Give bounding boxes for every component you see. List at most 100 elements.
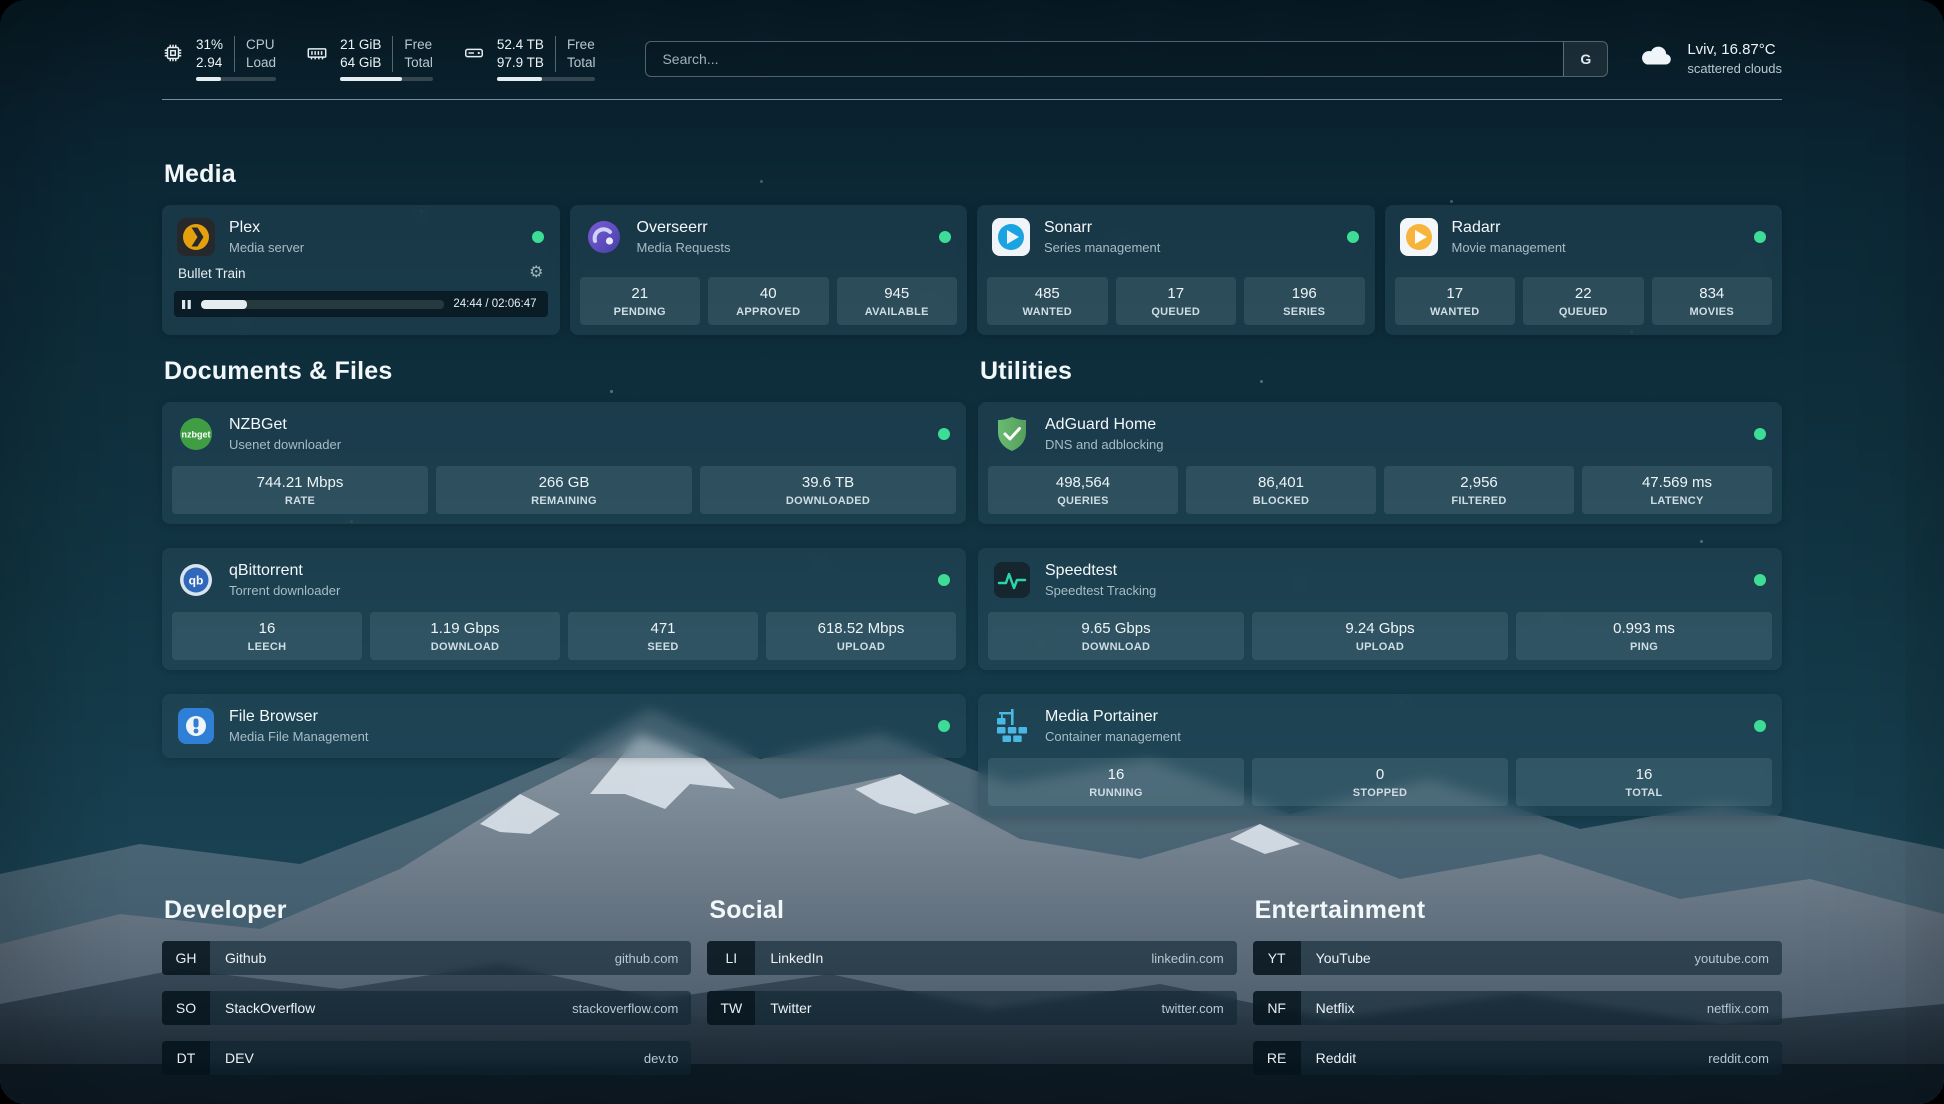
bookmark-abbr: LI [707,941,755,975]
playback-progress[interactable] [201,300,444,309]
bookmark-abbr: YT [1253,941,1301,975]
memory-stats: 21 GiB Free 64 GiB Total [340,36,433,81]
stat-value: 1.19 Gbps [374,620,556,637]
disk-widget: 52.4 TB Free 97.9 TB Total [463,36,596,81]
service-subtitle: Speedtest Tracking [1045,583,1156,598]
status-dot [1754,231,1766,243]
stat-label: UPLOAD [1256,641,1504,653]
stat-block: 744.21 MbpsRATE [172,466,428,514]
service-card-filebrowser[interactable]: File Browser Media File Management [162,694,966,758]
stat-block: 22QUEUED [1523,277,1644,325]
disk-free-value: 52.4 TB [497,36,555,54]
service-card-portainer[interactable]: Media Portainer Container management 16R… [978,694,1782,816]
stat-block: 0STOPPED [1252,758,1508,806]
portainer-icon [992,706,1032,746]
bookmark-name: Netflix [1316,1000,1707,1016]
section-heading-documents: Documents & Files [164,357,966,386]
stat-label: LEECH [176,641,358,653]
bookmark-row-twitter[interactable]: TW Twitter twitter.com [707,991,1236,1025]
bookmark-abbr: RE [1253,1041,1301,1075]
service-subtitle: Usenet downloader [229,437,341,452]
card-head: Plex Media server [162,205,560,269]
stats-row: 16RUNNING 0STOPPED 16TOTAL [978,758,1782,816]
status-dot [1347,231,1359,243]
stat-block: 17QUEUED [1116,277,1237,325]
bookmark-name: Github [225,950,615,966]
stat-block: 47.569 msLATENCY [1582,466,1772,514]
service-card-nzbget[interactable]: nzbget NZBGet Usenet downloader 744.21 M… [162,402,966,524]
stat-label: SEED [572,641,754,653]
service-card-qbittorrent[interactable]: qb qBittorrent Torrent downloader 16LEEC… [162,548,966,670]
bookmark-row-youtube[interactable]: YT YouTube youtube.com [1253,941,1782,975]
card-head: Media Portainer Container management [978,694,1782,758]
dashboard-window: 31% CPU 2.94 Load 21 GiB Free 64 [0,0,1944,1104]
disk-stats: 52.4 TB Free 97.9 TB Total [497,36,596,81]
card-head: AdGuard Home DNS and adblocking [978,402,1782,466]
bookmark-name: YouTube [1316,950,1695,966]
bookmark-name: Twitter [770,1000,1161,1016]
service-card-speedtest[interactable]: Speedtest Speedtest Tracking 9.65 GbpsDO… [978,548,1782,670]
bookmark-abbr: TW [707,991,755,1025]
stat-label: BLOCKED [1190,495,1372,507]
status-dot [939,231,951,243]
memory-usage-bar [340,77,433,81]
bookmark-row-stackoverflow[interactable]: SO StackOverflow stackoverflow.com [162,991,691,1025]
stat-block: 9.24 GbpsUPLOAD [1252,612,1508,660]
bookmark-row-github[interactable]: GH Github github.com [162,941,691,975]
stat-label: UPLOAD [770,641,952,653]
service-card-plex[interactable]: Plex Media server Bullet Train ⚙ [162,205,560,335]
card-head: Sonarr Series management [977,205,1375,269]
bookmark-row-linkedin[interactable]: LI LinkedIn linkedin.com [707,941,1236,975]
stat-value: 9.65 Gbps [992,620,1240,637]
service-card-sonarr[interactable]: Sonarr Series management 485WANTED 17QUE… [977,205,1375,335]
service-card-adguard[interactable]: AdGuard Home DNS and adblocking 498,564Q… [978,402,1782,524]
section-heading-social: Social [709,896,1236,925]
status-dot [938,720,950,732]
bookmark-group-entertainment: Entertainment YT YouTube youtube.com NF … [1253,896,1782,1091]
search-provider-button[interactable]: G [1563,42,1607,76]
bookmark-domain: stackoverflow.com [572,1001,691,1016]
memory-free-value: 21 GiB [340,36,392,54]
stat-value: 498,564 [992,474,1174,491]
search-input[interactable] [646,42,1563,76]
service-card-overseerr[interactable]: Overseerr Media Requests 21PENDING 40APP… [570,205,968,335]
bookmark-row-netflix[interactable]: NF Netflix netflix.com [1253,991,1782,1025]
bookmark-abbr: NF [1253,991,1301,1025]
bookmark-row-dev[interactable]: DT DEV dev.to [162,1041,691,1075]
bookmark-abbr: DT [162,1041,210,1075]
bookmark-row-reddit[interactable]: RE Reddit reddit.com [1253,1041,1782,1075]
stat-value: 16 [176,620,358,637]
card-head: Speedtest Speedtest Tracking [978,548,1782,612]
memory-icon [306,42,328,69]
stat-block: 0.993 msPING [1516,612,1772,660]
pause-button[interactable] [181,299,192,310]
stat-value: 618.52 Mbps [770,620,952,637]
bookmark-name: DEV [225,1050,644,1066]
middle-columns: Documents & Files nzbget NZBGet Usenet d… [162,357,1782,840]
bookmark-columns: Developer GH Github github.com SO StackO… [162,896,1782,1091]
card-head: Overseerr Media Requests [570,205,968,269]
bookmark-group-developer: Developer GH Github github.com SO StackO… [162,896,691,1091]
card-head: File Browser Media File Management [162,694,966,758]
speedtest-icon [992,560,1032,600]
cpu-icon [162,42,184,69]
stat-label: AVAILABLE [841,306,954,318]
nzbget-icon: nzbget [176,414,216,454]
cpu-widget: 31% CPU 2.94 Load [162,36,276,81]
service-titles: AdGuard Home DNS and adblocking [1045,416,1164,452]
stat-value: 196 [1248,285,1361,302]
service-subtitle: Container management [1045,729,1181,744]
service-subtitle: Media server [229,240,304,255]
memory-free-label: Free [392,36,433,54]
cpu-load-label: Load [234,54,276,72]
service-subtitle: Media File Management [229,729,368,744]
stat-label: PING [1520,641,1768,653]
bookmark-domain: netflix.com [1707,1001,1782,1016]
service-card-radarr[interactable]: Radarr Movie management 17WANTED 22QUEUE… [1385,205,1783,335]
stat-value: 834 [1656,285,1769,302]
service-title: Overseerr [637,219,731,237]
stat-label: DOWNLOAD [374,641,556,653]
card-head: nzbget NZBGet Usenet downloader [162,402,966,466]
memory-widget: 21 GiB Free 64 GiB Total [306,36,433,81]
stat-value: 22 [1527,285,1640,302]
